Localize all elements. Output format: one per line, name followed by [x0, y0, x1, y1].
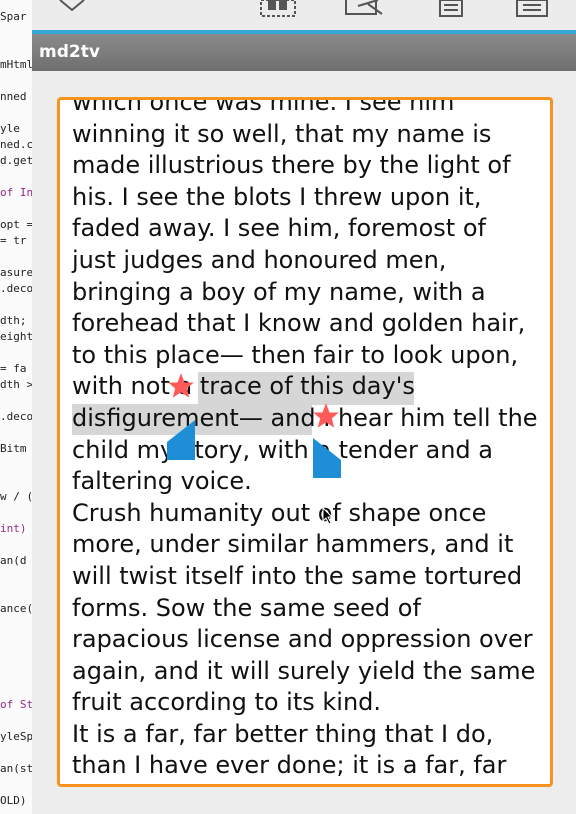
code-line: yle — [0, 122, 20, 135]
text-line: than I have ever done; it is a far, far — [72, 751, 507, 780]
selection-start-handle[interactable] — [165, 420, 197, 460]
code-line: nned — [0, 90, 27, 103]
toolbar — [32, 0, 576, 32]
text-view[interactable]: which once was mine. I see him winning it… — [57, 97, 553, 787]
text-line: to this place— then fair to look upon, — [72, 340, 519, 369]
text-line: will twist itself into the same tortured — [72, 561, 523, 590]
text-line: faded away. I see him, foremost of — [72, 214, 486, 243]
code-line: of In — [0, 186, 34, 199]
code-line: .deco — [0, 410, 34, 423]
close-icon[interactable] — [52, 0, 92, 18]
code-line: = tr — [0, 234, 27, 247]
text-line: rapacious license and oppression over — [72, 625, 533, 654]
star-icon — [168, 373, 194, 398]
cut-icon[interactable] — [342, 0, 386, 18]
text-line: forehead that I know and golden hair, — [72, 309, 526, 338]
code-line: ned.c — [0, 138, 34, 151]
mouse-pointer-icon — [322, 507, 334, 525]
text-line: disfigurement— and I hear him tell the — [72, 403, 538, 432]
text-line: bringing a boy of my name, with a — [72, 277, 486, 306]
text-line: Crush humanity out of shape once — [72, 498, 487, 527]
text-line: with not a trace of this day's — [72, 372, 415, 401]
text-line: winning it so well, that my name is — [72, 119, 492, 148]
code-line: w / ( — [0, 490, 34, 503]
text-line: child my story, with a tender and a — [72, 435, 493, 464]
text-line: which once was mine. I see him — [72, 97, 455, 116]
text-line: just judges and honoured men, — [72, 245, 447, 274]
code-line: asure — [0, 266, 34, 279]
text-line: his. I see the blots I threw upon it, — [72, 182, 482, 211]
paste-icon[interactable] — [514, 0, 554, 18]
text-line: again, and it will surely yield the same — [72, 656, 536, 685]
code-line: opt = — [0, 218, 34, 231]
code-line: .deco — [0, 282, 34, 295]
code-line: dth > — [0, 378, 34, 391]
code-line: int) — [0, 522, 27, 535]
selection-end-handle[interactable] — [311, 438, 343, 478]
text-line: faltering voice. — [72, 467, 252, 496]
text-line: made illustrious there by the light of — [72, 151, 511, 180]
code-line: an(st — [0, 762, 34, 775]
code-line: = fa — [0, 362, 27, 375]
app-title: md2tv — [39, 42, 100, 62]
copy-icon[interactable] — [432, 0, 472, 18]
star-icon — [313, 403, 339, 428]
code-line: OLD) — [0, 794, 27, 807]
title-bar: md2tv — [32, 34, 576, 71]
code-line: dth; — [0, 314, 27, 327]
code-line: eight — [0, 330, 34, 343]
select-all-icon[interactable] — [258, 0, 298, 18]
text-line: It is a far, far better thing that I do, — [72, 719, 494, 748]
code-line: d.get — [0, 154, 34, 167]
text-content[interactable]: which once was mine. I see him winning it… — [72, 97, 542, 782]
text-line: fruit according to its kind. — [72, 688, 382, 717]
code-line: Bitm — [0, 442, 27, 455]
code-line: yleSp — [0, 730, 34, 743]
code-line: an(d — [0, 554, 27, 567]
code-line: of St — [0, 698, 34, 711]
text-line: forms. Sow the same seed of — [72, 593, 421, 622]
code-line: ance( — [0, 602, 34, 615]
code-line: Spar — [0, 10, 27, 23]
text-line: more, under similar hammers, and it — [72, 530, 514, 559]
code-line: mHtml — [0, 58, 34, 71]
